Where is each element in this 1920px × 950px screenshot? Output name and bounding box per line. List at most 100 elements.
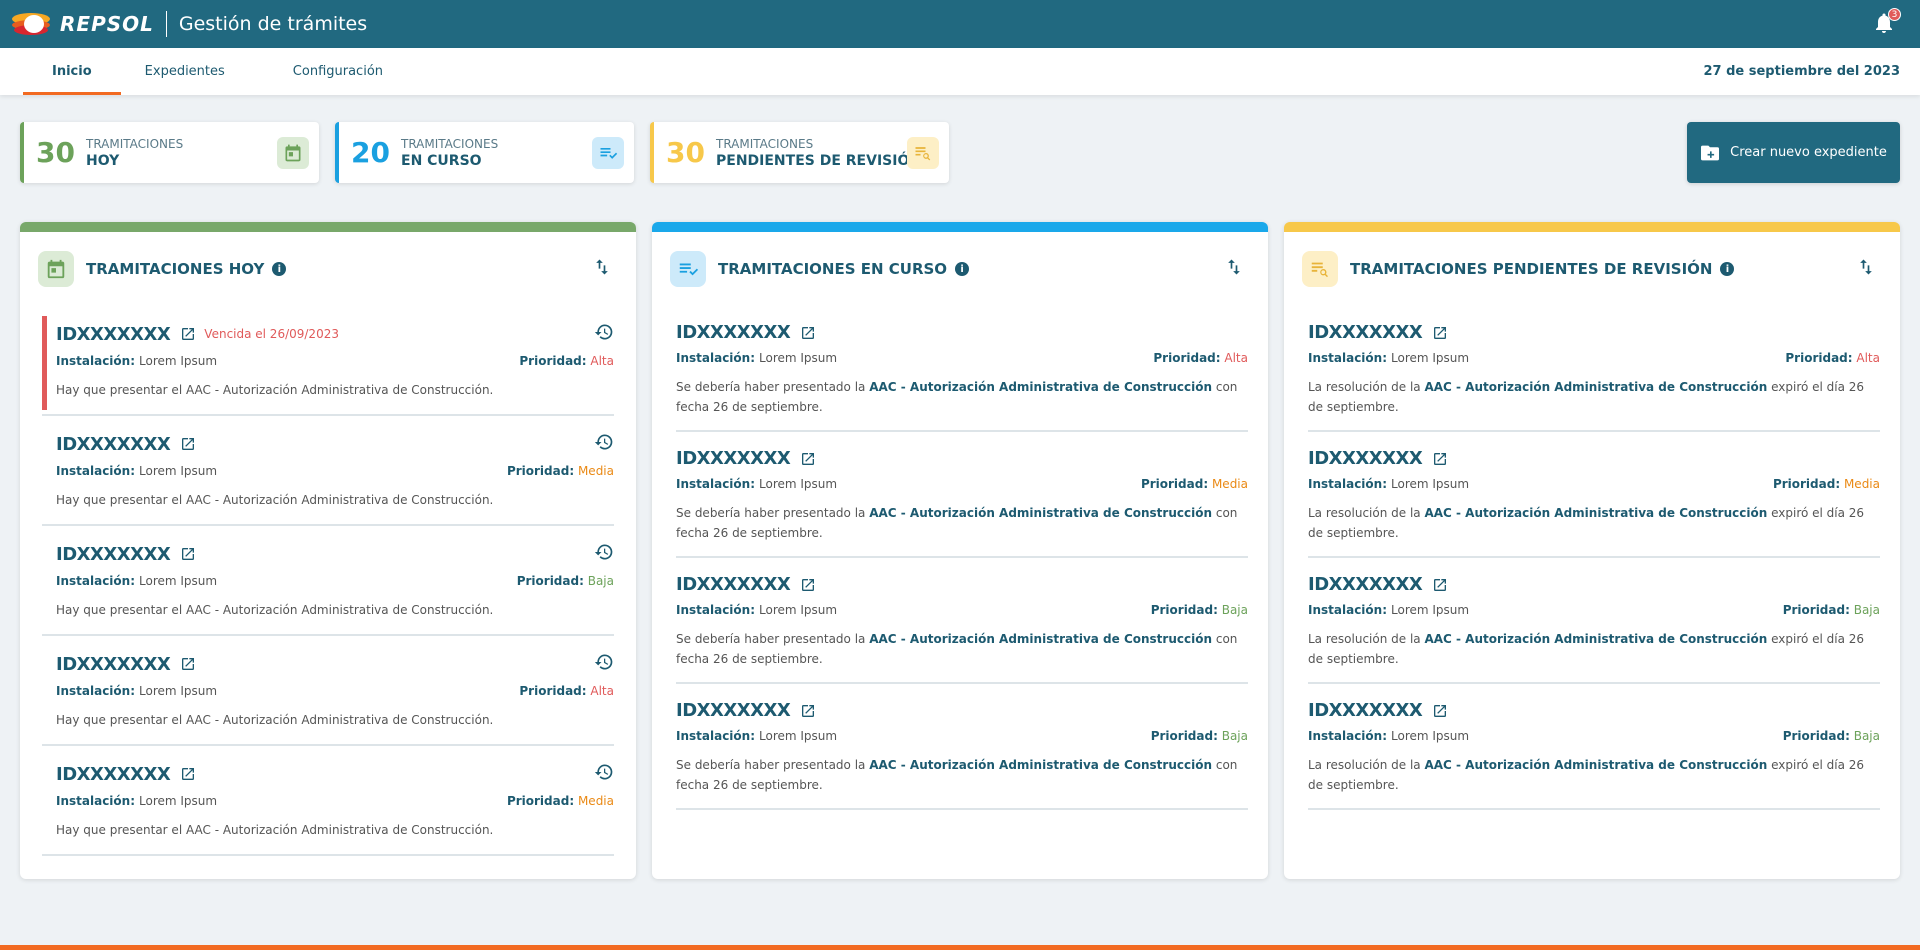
current-date: 27 de septiembre del 2023 bbox=[1703, 64, 1900, 79]
priority-value: Baja bbox=[587, 574, 614, 588]
curso-list: IDXXXXXXX Instalación: Lorem Ipsum Prior… bbox=[652, 306, 1268, 810]
installation-label: Instalación: bbox=[56, 354, 136, 368]
item-id[interactable]: IDXXXXXXX bbox=[56, 544, 171, 565]
item-id[interactable]: IDXXXXXXX bbox=[1308, 448, 1423, 469]
item-id[interactable]: IDXXXXXXX bbox=[56, 764, 171, 785]
external-link-icon[interactable] bbox=[1432, 451, 1448, 467]
stat-card-hoy[interactable]: 30 TRAMITACIONES HOY bbox=[20, 122, 319, 183]
priority-label: Prioridad: bbox=[1150, 603, 1218, 617]
list-item[interactable]: IDXXXXXXX Instalación: Lorem Ipsum Prior… bbox=[42, 416, 614, 526]
list-item[interactable]: IDXXXXXXX Instalación: Lorem Ipsum Prior… bbox=[676, 306, 1248, 432]
list-item[interactable]: IDXXXXXXX Instalación: Lorem Ipsum Prior… bbox=[1308, 432, 1880, 558]
item-id[interactable]: IDXXXXXXX bbox=[676, 700, 791, 721]
item-id[interactable]: IDXXXXXXX bbox=[676, 574, 791, 595]
external-link-icon[interactable] bbox=[1432, 577, 1448, 593]
item-id[interactable]: IDXXXXXXX bbox=[56, 654, 171, 675]
panel-header: TRAMITACIONES EN CURSO i bbox=[652, 232, 1268, 306]
stat-card-en-curso[interactable]: 20 TRAMITACIONES EN CURSO bbox=[335, 122, 634, 183]
sort-icon[interactable] bbox=[1224, 257, 1244, 281]
list-item[interactable]: IDXXXXXXX Instalación: Lorem Ipsum Prior… bbox=[42, 746, 614, 856]
installation-value: Lorem Ipsum bbox=[139, 684, 218, 698]
history-icon[interactable] bbox=[594, 432, 614, 456]
list-item[interactable]: IDXXXXXXX Vencida el 26/09/2023 Instalac… bbox=[42, 306, 614, 416]
review-search-icon bbox=[907, 137, 939, 169]
installation-label: Instalación: bbox=[56, 794, 136, 808]
item-id[interactable]: IDXXXXXXX bbox=[56, 324, 171, 345]
repsol-logo-icon bbox=[12, 13, 50, 35]
panel-header: TRAMITACIONES PENDIENTES DE REVISIÓN i bbox=[1284, 232, 1900, 306]
priority-label: Prioridad: bbox=[1785, 351, 1853, 365]
list-item[interactable]: IDXXXXXXX Instalación: Lorem Ipsum Prior… bbox=[1308, 684, 1880, 810]
sort-icon[interactable] bbox=[592, 257, 612, 281]
folder-add-icon bbox=[1701, 145, 1720, 160]
list-item[interactable]: IDXXXXXXX Instalación: Lorem Ipsum Prior… bbox=[676, 558, 1248, 684]
main-nav: Inicio Expedientes Configuración 27 de s… bbox=[0, 48, 1920, 95]
repsol-logo[interactable]: REPSOL bbox=[10, 9, 154, 39]
installation-label: Instalación: bbox=[676, 351, 756, 365]
tab-inicio[interactable]: Inicio bbox=[23, 48, 121, 95]
installation-value: Lorem Ipsum bbox=[139, 464, 218, 478]
installation-label: Instalación: bbox=[56, 464, 136, 478]
list-item[interactable]: IDXXXXXXX Instalación: Lorem Ipsum Prior… bbox=[676, 684, 1248, 810]
installation-label: Instalación: bbox=[56, 574, 136, 588]
external-link-icon[interactable] bbox=[180, 546, 196, 562]
info-icon[interactable]: i bbox=[955, 262, 970, 276]
item-id[interactable]: IDXXXXXXX bbox=[676, 322, 791, 343]
notifications-button[interactable]: 3 bbox=[1872, 8, 1901, 37]
item-description: Hay que presentar el AAC - Autorización … bbox=[56, 603, 494, 617]
list-check-icon bbox=[670, 251, 706, 287]
overdue-label: Vencida el 26/09/2023 bbox=[204, 327, 339, 341]
installation-label: Instalación: bbox=[1308, 603, 1388, 617]
external-link-icon[interactable] bbox=[800, 325, 816, 341]
history-icon[interactable] bbox=[594, 322, 614, 346]
list-item[interactable]: IDXXXXXXX Instalación: Lorem Ipsum Prior… bbox=[1308, 558, 1880, 684]
item-description: Se debería haber presentado la AAC - Aut… bbox=[676, 506, 1238, 540]
create-expediente-button[interactable]: Crear nuevo expediente bbox=[1687, 122, 1900, 183]
item-id[interactable]: IDXXXXXXX bbox=[1308, 322, 1423, 343]
item-id[interactable]: IDXXXXXXX bbox=[1308, 700, 1423, 721]
priority-label: Prioridad: bbox=[1782, 729, 1850, 743]
notification-count-badge: 3 bbox=[1888, 8, 1901, 21]
priority-label: Prioridad: bbox=[506, 794, 575, 808]
priority-value: Media bbox=[577, 464, 614, 478]
priority-value: Media bbox=[577, 794, 614, 808]
sort-icon[interactable] bbox=[1856, 257, 1876, 281]
installation-value: Lorem Ipsum bbox=[1391, 603, 1470, 617]
priority-label: Prioridad: bbox=[519, 684, 587, 698]
external-link-icon[interactable] bbox=[800, 577, 816, 593]
priority-label: Prioridad: bbox=[1150, 729, 1218, 743]
info-icon[interactable]: i bbox=[1720, 262, 1735, 276]
item-id[interactable]: IDXXXXXXX bbox=[56, 434, 171, 455]
history-icon[interactable] bbox=[594, 542, 614, 566]
external-link-icon[interactable] bbox=[180, 656, 196, 672]
tab-expedientes[interactable]: Expedientes bbox=[121, 48, 261, 95]
priority-value: Baja bbox=[1221, 603, 1248, 617]
item-description: Hay que presentar el AAC - Autorización … bbox=[56, 383, 494, 397]
external-link-icon[interactable] bbox=[1432, 703, 1448, 719]
external-link-icon[interactable] bbox=[800, 451, 816, 467]
item-id[interactable]: IDXXXXXXX bbox=[1308, 574, 1423, 595]
list-item[interactable]: IDXXXXXXX Instalación: Lorem Ipsum Prior… bbox=[676, 432, 1248, 558]
hoy-list: IDXXXXXXX Vencida el 26/09/2023 Instalac… bbox=[20, 306, 636, 856]
list-item[interactable]: IDXXXXXXX Instalación: Lorem Ipsum Prior… bbox=[42, 526, 614, 636]
external-link-icon[interactable] bbox=[180, 436, 196, 452]
list-check-icon bbox=[592, 137, 624, 169]
priority-value: Media bbox=[1211, 477, 1248, 491]
info-icon[interactable]: i bbox=[272, 262, 287, 276]
list-item[interactable]: IDXXXXXXX Instalación: Lorem Ipsum Prior… bbox=[1308, 306, 1880, 432]
installation-value: Lorem Ipsum bbox=[759, 729, 838, 743]
item-description: Hay que presentar el AAC - Autorización … bbox=[56, 823, 494, 837]
panel-title: TRAMITACIONES PENDIENTES DE REVISIÓN bbox=[1350, 260, 1713, 278]
history-icon[interactable] bbox=[594, 762, 614, 786]
panel-title: TRAMITACIONES EN CURSO bbox=[718, 260, 948, 278]
external-link-icon[interactable] bbox=[800, 703, 816, 719]
external-link-icon[interactable] bbox=[180, 766, 196, 782]
external-link-icon[interactable] bbox=[1432, 325, 1448, 341]
tab-configuracion[interactable]: Configuración bbox=[261, 48, 419, 95]
list-item[interactable]: IDXXXXXXX Instalación: Lorem Ipsum Prior… bbox=[42, 636, 614, 746]
history-icon[interactable] bbox=[594, 652, 614, 676]
item-id[interactable]: IDXXXXXXX bbox=[676, 448, 791, 469]
installation-value: Lorem Ipsum bbox=[139, 574, 218, 588]
external-link-icon[interactable] bbox=[180, 326, 196, 342]
stat-card-pendientes[interactable]: 30 TRAMITACIONES PENDIENTES DE REVISIÓN bbox=[650, 122, 949, 183]
